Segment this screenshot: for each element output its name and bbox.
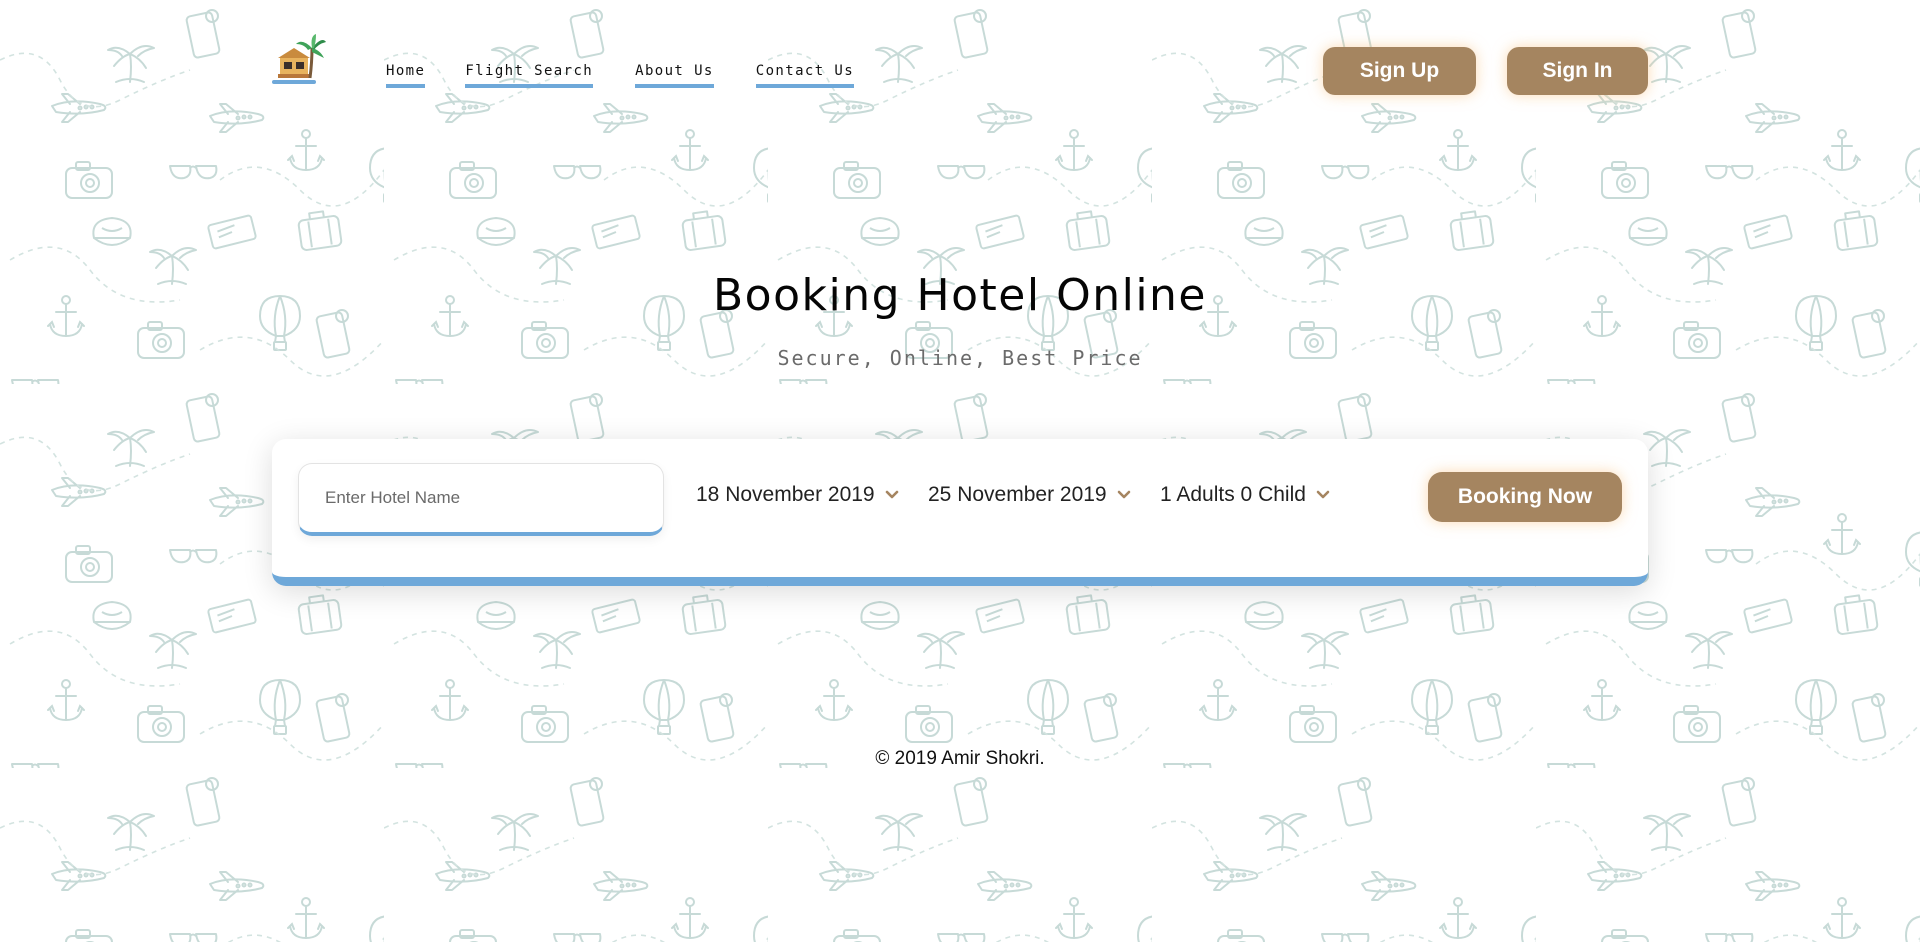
chevron-down-icon bbox=[885, 490, 898, 499]
checkin-date-dropdown[interactable]: 18 November 2019 bbox=[696, 483, 901, 507]
main-nav: Home Flight Search About Us Contact Us bbox=[386, 62, 855, 88]
chevron-down-icon bbox=[1117, 490, 1130, 499]
hotel-name-input[interactable] bbox=[298, 463, 664, 536]
nav-link-home[interactable]: Home bbox=[386, 62, 426, 88]
guests-value: 1 Adults 0 Child bbox=[1160, 483, 1306, 506]
beach-hut-palm-icon[interactable] bbox=[272, 34, 326, 88]
page-title: Booking Hotel Online bbox=[713, 270, 1207, 321]
chevron-down-icon bbox=[1316, 490, 1330, 499]
sign-in-button[interactable]: Sign In bbox=[1507, 47, 1648, 95]
hero-section: Booking Hotel Online Secure, Online, Bes… bbox=[0, 260, 1920, 370]
nav-link-flight-search[interactable]: Flight Search bbox=[465, 62, 594, 88]
guests-dropdown[interactable]: 1 Adults 0 Child bbox=[1160, 483, 1332, 507]
sign-up-button[interactable]: Sign Up bbox=[1323, 47, 1476, 95]
hotel-search-card: 18 November 2019 25 November 2019 1 Adul… bbox=[272, 439, 1648, 586]
checkout-date-value: 25 November 2019 bbox=[928, 483, 1107, 506]
footer-copyright: © 2019 Amir Shokri. bbox=[875, 748, 1045, 769]
nav-link-contact-us[interactable]: Contact Us bbox=[755, 62, 855, 88]
booking-now-button[interactable]: Booking Now bbox=[1428, 472, 1622, 522]
checkin-date-value: 18 November 2019 bbox=[696, 483, 875, 506]
site-header: Home Flight Search About Us Contact Us S… bbox=[0, 0, 1920, 140]
nav-link-about-us[interactable]: About Us bbox=[635, 62, 714, 88]
page-subtitle: Secure, Online, Best Price bbox=[777, 346, 1143, 370]
checkout-date-dropdown[interactable]: 25 November 2019 bbox=[928, 483, 1133, 507]
